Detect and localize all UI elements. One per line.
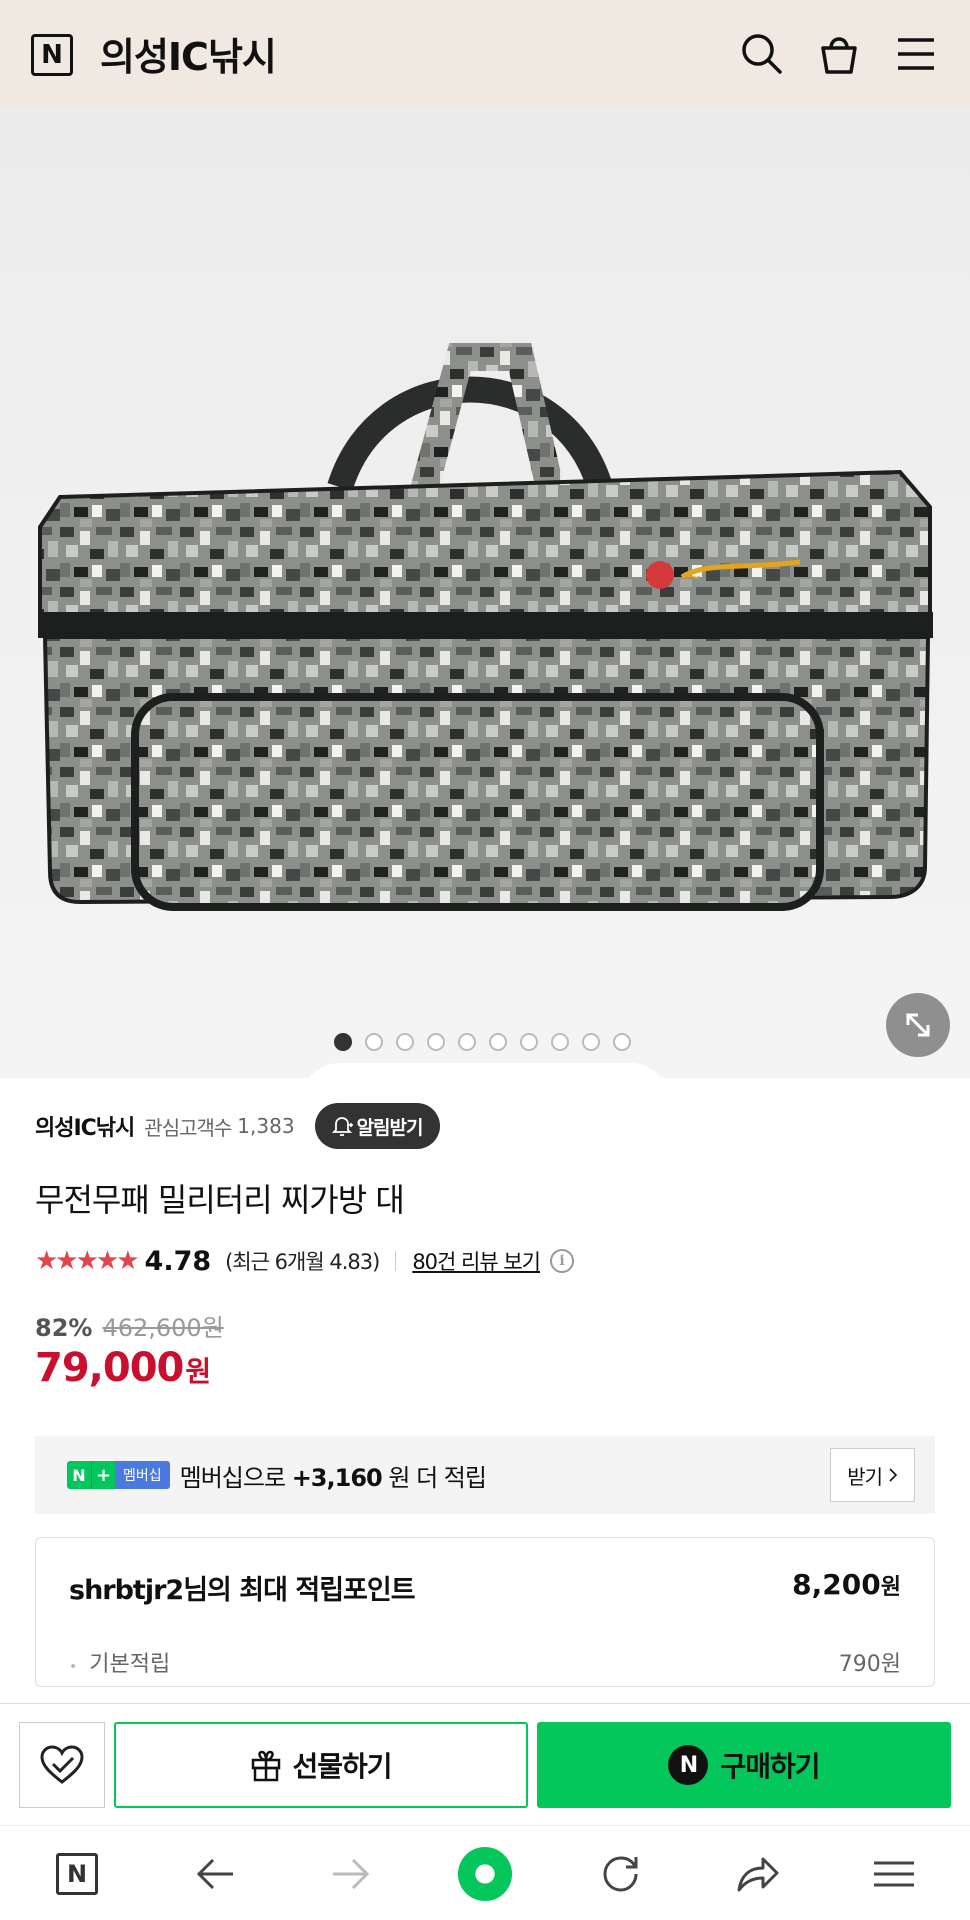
divider (395, 1251, 397, 1271)
badge-text: 멤버십 (115, 1461, 170, 1489)
menu-icon[interactable] (866, 1846, 922, 1902)
recent-rating: (최근 6개월 4.83) (225, 1250, 380, 1274)
expand-icon (906, 1013, 930, 1037)
browser-bottom-nav: N (0, 1825, 970, 1920)
back-arrow-icon (196, 1858, 233, 1890)
forward-icon[interactable] (323, 1846, 379, 1902)
share-arrow-icon (737, 1857, 779, 1892)
naver-plus-badge: N + 멤버십 (67, 1461, 170, 1489)
share-icon[interactable] (729, 1846, 785, 1902)
pagination-dot[interactable] (334, 1033, 352, 1051)
forward-arrow-icon (333, 1858, 370, 1890)
star-rating-icon: ★★★★★ (35, 1246, 140, 1276)
product-name: 무전무패 밀리터리 찌가방 대 (35, 1181, 405, 1219)
seller-name[interactable]: 의성IC낚시 (35, 1110, 135, 1142)
green-dot-icon[interactable] (457, 1846, 513, 1902)
rating-value: 4.78 (144, 1245, 212, 1277)
image-pagination[interactable] (334, 1033, 631, 1051)
points-title: shrbtjr2님의 최대 적립포인트 (69, 1575, 416, 1606)
bell-plus-icon (331, 1117, 353, 1136)
sale-price: 79,000 (35, 1345, 184, 1391)
cart-icon[interactable] (815, 30, 863, 78)
badge-plus: + (91, 1461, 115, 1489)
naver-logo-icon[interactable]: N (31, 34, 73, 76)
home-letter: N (56, 1853, 98, 1895)
badge-n: N (67, 1461, 91, 1489)
membership-banner: N + 멤버십 멤버십으로 +3,160 원 더 적립 받기 (35, 1436, 935, 1514)
product-image[interactable]: ~ (0, 107, 970, 1078)
buy-button[interactable]: N 구매하기 (537, 1722, 951, 1808)
green-ring-icon (457, 1846, 513, 1902)
fan-count-label: 관심고객수 (144, 1115, 232, 1140)
buy-button-label: 구매하기 (720, 1750, 820, 1783)
pagination-dot[interactable] (396, 1033, 414, 1051)
seller-row: 의성IC낚시 관심고객수 1,383 알림받기 (35, 1103, 441, 1149)
gift-button[interactable]: 선물하기 (114, 1722, 528, 1808)
membership-text-suffix: 원 더 적립 (388, 1463, 487, 1492)
purchase-action-bar: 선물하기 N 구매하기 (0, 1703, 970, 1825)
basic-points-label: 기본적립 (69, 1646, 170, 1678)
review-link[interactable]: 80건 리뷰 보기 (412, 1246, 541, 1276)
back-icon[interactable] (187, 1846, 243, 1902)
pagination-dot[interactable] (551, 1033, 569, 1051)
naver-pay-icon: N (668, 1745, 709, 1785)
membership-points: +3,160 (291, 1463, 383, 1492)
pagination-dot[interactable] (427, 1033, 445, 1051)
price-unit: 원 (185, 1355, 212, 1388)
wishlist-button[interactable] (19, 1722, 105, 1808)
refresh-arrow-icon (603, 1856, 638, 1892)
pagination-dot[interactable] (582, 1033, 600, 1051)
membership-text-prefix: 멤버십으로 (179, 1463, 286, 1492)
refresh-icon[interactable] (593, 1846, 649, 1902)
pagination-dot[interactable] (613, 1033, 631, 1051)
pagination-dot[interactable] (365, 1033, 383, 1051)
receive-button[interactable]: 받기 (830, 1448, 915, 1502)
points-card: shrbtjr2님의 최대 적립포인트 8,200원 기본적립 790원 (35, 1537, 935, 1687)
membership-text: 멤버십으로 +3,160 원 더 적립 (179, 1458, 487, 1493)
pagination-dot[interactable] (520, 1033, 538, 1051)
store-title[interactable]: 의성IC낚시 (100, 26, 277, 81)
search-icon[interactable] (738, 30, 786, 78)
home-icon[interactable]: N (49, 1846, 105, 1902)
receive-button-label: 받기 (847, 1464, 883, 1489)
points-total-unit: 원 (880, 1575, 901, 1600)
info-icon[interactable]: i (549, 1249, 574, 1273)
hamburger-icon (874, 1861, 914, 1887)
discount-row: 82% 462,600원 (35, 1308, 224, 1343)
alarm-button-label: 알림받기 (356, 1116, 424, 1139)
expand-image-button[interactable] (886, 993, 950, 1057)
top-header: N 의성IC낚시 (0, 0, 970, 107)
points-total: 8,200원 (792, 1568, 901, 1601)
camo-bag-illustration: ~ (38, 343, 933, 911)
rating-row: ★★★★★ 4.78 (최근 6개월 4.83) 80건 리뷰 보기 i (35, 1243, 574, 1279)
gift-button-label: 선물하기 (292, 1750, 392, 1783)
alarm-button[interactable]: 알림받기 (314, 1103, 441, 1149)
discount-rate: 82% (35, 1314, 93, 1342)
chevron-right-icon (889, 1468, 898, 1482)
fan-count: 1,383 (237, 1114, 295, 1138)
gift-icon (252, 1750, 281, 1782)
menu-icon[interactable] (892, 30, 940, 78)
hero-bottom-tab (300, 1063, 670, 1103)
heart-check-icon (40, 1745, 84, 1784)
original-price: 462,600원 (102, 1314, 224, 1342)
pagination-dot[interactable] (489, 1033, 507, 1051)
points-total-value: 8,200 (792, 1568, 881, 1601)
pagination-dot[interactable] (458, 1033, 476, 1051)
price-row: 79,000 원 (35, 1345, 211, 1391)
basic-points-value: 790원 (838, 1652, 901, 1677)
